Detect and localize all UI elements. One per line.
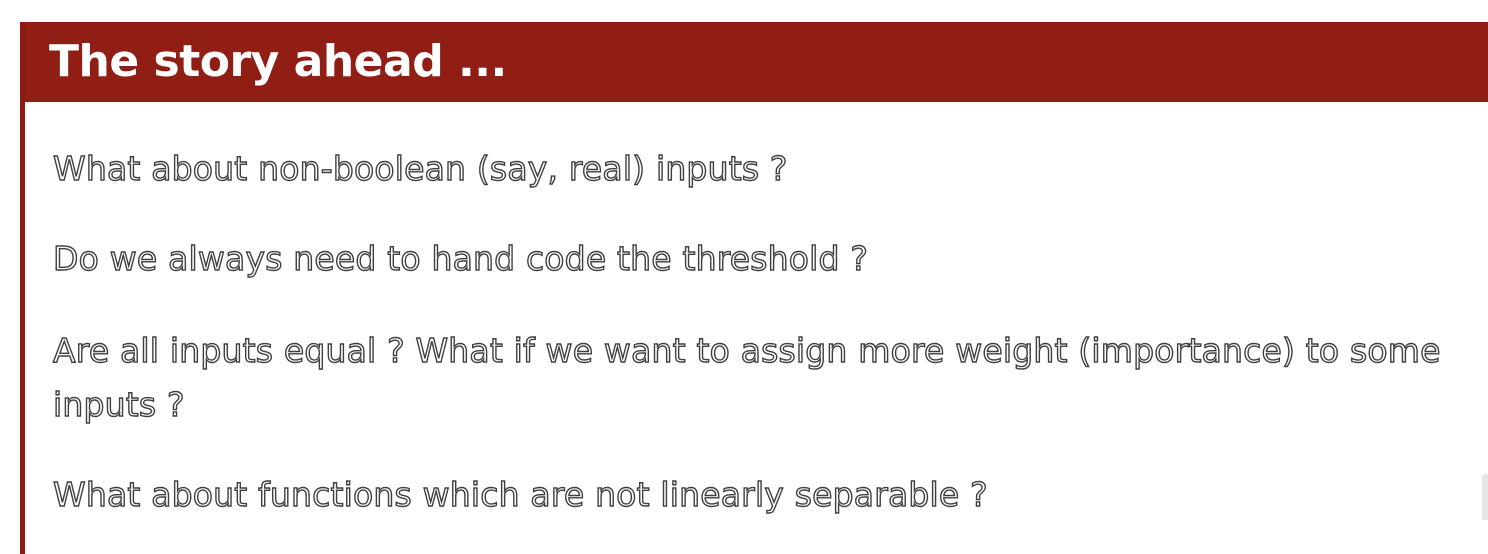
slide-title-bar: The story ahead ... xyxy=(25,22,1488,102)
slide-title: The story ahead ... xyxy=(49,36,507,87)
question-item: Are all inputs equal ? What if we want t… xyxy=(52,330,1441,424)
edge-scroll-indicator xyxy=(1482,474,1488,520)
slide: The story ahead ... What about non-boole… xyxy=(20,22,1488,554)
question-item: What about non-boolean (say, real) input… xyxy=(52,148,788,188)
question-item: What about functions which are not linea… xyxy=(52,474,988,514)
question-item: Do we always need to hand code the thres… xyxy=(52,238,869,278)
